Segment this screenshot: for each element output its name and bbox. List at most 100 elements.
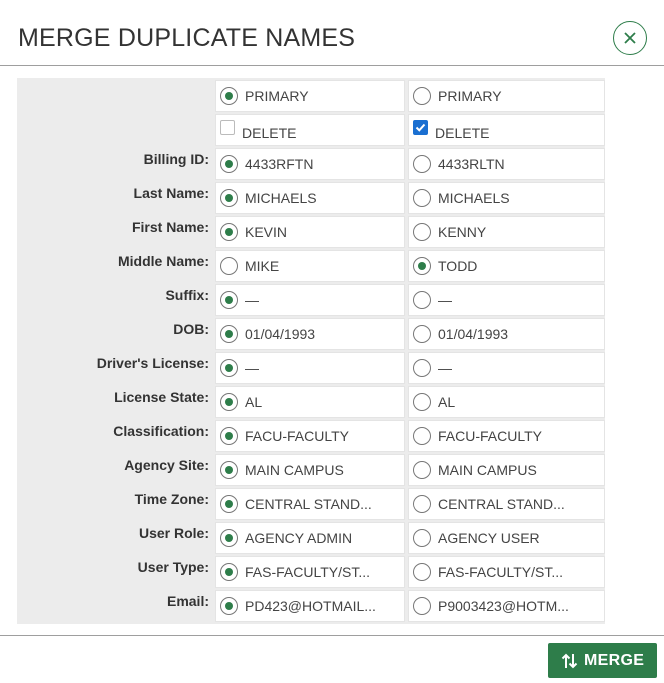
field-left-cell[interactable]: FAS-FACULTY/ST... xyxy=(215,556,405,588)
field-left-value: CENTRAL STAND... xyxy=(245,496,372,512)
primary-left-radio[interactable] xyxy=(220,87,238,105)
field-row: DOB: 01/04/1993 01/04/1993 xyxy=(17,316,605,350)
field-right-radio[interactable] xyxy=(413,325,431,343)
field-left-radio[interactable] xyxy=(220,529,238,547)
field-right-cell[interactable]: P9003423@HOTM... xyxy=(408,590,605,622)
field-right-value: 4433RLTN xyxy=(438,156,505,172)
field-row: Last Name: MICHAELS MICHAELS xyxy=(17,180,605,214)
field-left-cell[interactable]: FACU-FACULTY xyxy=(215,420,405,452)
field-left-cell[interactable]: — xyxy=(215,284,405,316)
field-right-cell[interactable]: CENTRAL STAND... xyxy=(408,488,605,520)
field-right-radio[interactable] xyxy=(413,291,431,309)
field-left-value: AL xyxy=(245,394,263,410)
field-left-radio[interactable] xyxy=(220,155,238,173)
field-left-radio[interactable] xyxy=(220,291,238,309)
field-right-cell[interactable]: FAS-FACULTY/ST... xyxy=(408,556,605,588)
field-left-cell[interactable]: MICHAELS xyxy=(215,182,405,214)
field-left-radio[interactable] xyxy=(220,597,238,615)
field-label: DOB: xyxy=(173,321,209,337)
delete-row: DELETE DELETE xyxy=(17,112,605,146)
field-right-value: TODD xyxy=(438,258,478,274)
field-row: First Name: KEVIN KENNY xyxy=(17,214,605,248)
field-right-radio[interactable] xyxy=(413,257,431,275)
merge-comparison-grid: PRIMARY PRIMARY DELETE DELETE Billing ID… xyxy=(17,78,605,624)
field-left-cell[interactable]: PD423@HOTMAIL... xyxy=(215,590,405,622)
primary-right-cell[interactable]: PRIMARY xyxy=(408,80,605,112)
field-left-radio[interactable] xyxy=(220,359,238,377)
field-right-value: FACU-FACULTY xyxy=(438,428,542,444)
field-left-radio[interactable] xyxy=(220,495,238,513)
delete-left-checkbox[interactable] xyxy=(220,120,235,135)
field-right-value: — xyxy=(438,360,452,376)
field-right-radio[interactable] xyxy=(413,427,431,445)
close-button[interactable] xyxy=(613,21,647,55)
field-left-value: MICHAELS xyxy=(245,190,317,206)
field-right-radio[interactable] xyxy=(413,393,431,411)
merge-button[interactable]: MERGE xyxy=(548,643,657,678)
field-row: Classification: FACU-FACULTY FACU-FACULTY xyxy=(17,418,605,452)
field-right-cell[interactable]: KENNY xyxy=(408,216,605,248)
field-right-radio[interactable] xyxy=(413,563,431,581)
field-label: License State: xyxy=(114,389,209,405)
field-left-radio[interactable] xyxy=(220,223,238,241)
field-label: Middle Name: xyxy=(117,253,209,269)
delete-right-cell[interactable]: DELETE xyxy=(408,114,605,146)
field-right-cell[interactable]: MICHAELS xyxy=(408,182,605,214)
field-right-cell[interactable]: — xyxy=(408,352,605,384)
delete-left-cell[interactable]: DELETE xyxy=(215,114,405,146)
field-right-cell[interactable]: AL xyxy=(408,386,605,418)
field-right-radio[interactable] xyxy=(413,461,431,479)
field-right-value: CENTRAL STAND... xyxy=(438,496,565,512)
field-left-cell[interactable]: 01/04/1993 xyxy=(215,318,405,350)
field-row: User Type: FAS-FACULTY/ST... FAS-FACULTY/S… xyxy=(17,554,605,588)
field-right-radio[interactable] xyxy=(413,223,431,241)
field-label: User Type: xyxy=(137,559,209,575)
field-left-cell[interactable]: 4433RFTN xyxy=(215,148,405,180)
field-row: License State: AL AL xyxy=(17,384,605,418)
field-right-cell[interactable]: TODD xyxy=(408,250,605,282)
field-left-cell[interactable]: — xyxy=(215,352,405,384)
field-right-cell[interactable]: AGENCY USER xyxy=(408,522,605,554)
field-row: Middle Name: MIKE TODD xyxy=(17,248,605,282)
field-left-radio[interactable] xyxy=(220,393,238,411)
field-right-radio[interactable] xyxy=(413,529,431,547)
field-left-radio[interactable] xyxy=(220,563,238,581)
field-left-cell[interactable]: AGENCY ADMIN xyxy=(215,522,405,554)
field-label: Billing ID: xyxy=(143,151,209,167)
primary-right-radio[interactable] xyxy=(413,87,431,105)
field-right-radio[interactable] xyxy=(413,359,431,377)
delete-left-label: DELETE xyxy=(242,125,297,141)
field-right-cell[interactable]: MAIN CAMPUS xyxy=(408,454,605,486)
field-right-cell[interactable]: FACU-FACULTY xyxy=(408,420,605,452)
field-left-radio[interactable] xyxy=(220,325,238,343)
field-left-cell[interactable]: KEVIN xyxy=(215,216,405,248)
field-label: Classification: xyxy=(113,423,209,439)
field-label: Agency Site: xyxy=(124,457,209,473)
delete-right-checkbox[interactable] xyxy=(413,120,428,135)
field-right-cell[interactable]: 4433RLTN xyxy=(408,148,605,180)
field-left-radio[interactable] xyxy=(220,461,238,479)
field-right-radio[interactable] xyxy=(413,189,431,207)
field-left-cell[interactable]: CENTRAL STAND... xyxy=(215,488,405,520)
field-left-cell[interactable]: AL xyxy=(215,386,405,418)
field-right-value: MAIN CAMPUS xyxy=(438,462,537,478)
field-left-cell[interactable]: MIKE xyxy=(215,250,405,282)
primary-left-cell[interactable]: PRIMARY xyxy=(215,80,405,112)
field-right-value: AGENCY USER xyxy=(438,530,540,546)
field-left-radio[interactable] xyxy=(220,189,238,207)
field-left-cell[interactable]: MAIN CAMPUS xyxy=(215,454,405,486)
field-left-value: MAIN CAMPUS xyxy=(245,462,344,478)
field-right-cell[interactable]: — xyxy=(408,284,605,316)
field-left-value: — xyxy=(245,292,259,308)
field-label: Last Name: xyxy=(133,185,209,201)
field-right-radio[interactable] xyxy=(413,495,431,513)
field-right-value: — xyxy=(438,292,452,308)
field-right-radio[interactable] xyxy=(413,155,431,173)
footer-divider xyxy=(0,635,664,636)
field-left-radio[interactable] xyxy=(220,427,238,445)
primary-right-label: PRIMARY xyxy=(438,88,502,104)
field-right-cell[interactable]: 01/04/1993 xyxy=(408,318,605,350)
field-right-radio[interactable] xyxy=(413,597,431,615)
field-left-radio[interactable] xyxy=(220,257,238,275)
field-left-value: FAS-FACULTY/ST... xyxy=(245,564,370,580)
